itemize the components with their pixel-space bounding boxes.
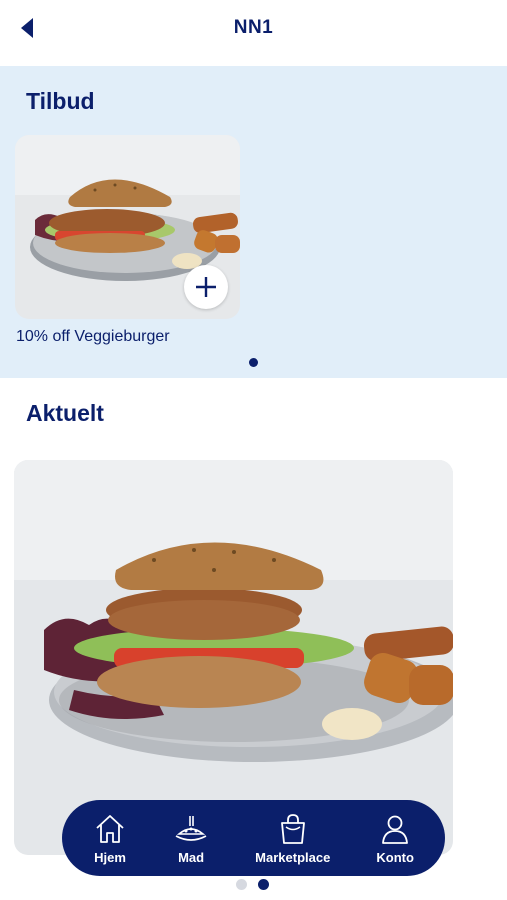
offers-page-dot xyxy=(249,358,258,367)
bottom-navigation: Hjem Mad Marketplace Konto xyxy=(62,800,445,876)
nav-item-hjem[interactable]: Hjem xyxy=(93,812,127,865)
nav-label-mad: Mad xyxy=(178,849,205,865)
nav-item-konto[interactable]: Konto xyxy=(376,812,414,865)
nav-item-marketplace[interactable]: Marketplace xyxy=(255,812,330,865)
shopping-bag-icon xyxy=(280,813,305,844)
offers-title: Tilbud xyxy=(26,88,95,114)
pager-dot-1[interactable] xyxy=(236,879,247,890)
news-card-image[interactable] xyxy=(14,460,453,855)
food-plate-icon xyxy=(175,815,207,841)
home-icon xyxy=(96,814,124,843)
nav-label-marketplace: Marketplace xyxy=(255,849,331,865)
add-offer-button[interactable] xyxy=(184,265,228,309)
nav-item-mad[interactable]: Mad xyxy=(173,812,209,865)
news-title: Aktuelt xyxy=(26,400,104,426)
nav-label-hjem: Hjem xyxy=(94,849,126,865)
person-icon xyxy=(382,815,409,844)
top-bar: NN1 xyxy=(0,0,507,66)
carousel-pager xyxy=(236,879,269,890)
pager-dot-2[interactable] xyxy=(258,879,269,890)
offer-caption: 10% off Veggieburger xyxy=(16,328,170,345)
nav-label-konto: Konto xyxy=(376,849,414,865)
veggieburger-large-image xyxy=(14,460,453,855)
offers-section: Tilbud 10% off Veggieburger xyxy=(0,66,507,378)
plus-icon xyxy=(196,277,216,297)
page-title: NN1 xyxy=(233,17,274,38)
